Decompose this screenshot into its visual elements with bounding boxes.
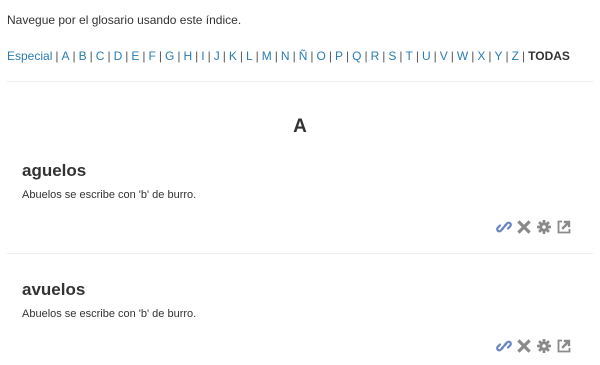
delete-icon[interactable] <box>516 338 532 354</box>
top-divider <box>7 81 593 82</box>
alphabet-link-23[interactable]: V <box>440 49 448 63</box>
alphabet-link-7[interactable]: G <box>165 49 174 63</box>
alphabet-separator: | <box>433 49 437 63</box>
alphabet-link-22[interactable]: U <box>422 49 431 63</box>
alphabet-link-16[interactable]: O <box>317 49 326 63</box>
export-icon[interactable] <box>556 219 572 235</box>
alphabet-separator: | <box>345 49 350 63</box>
alphabet-separator: | <box>399 49 403 63</box>
alphabet-index: Especial | A | B | C | D | E | F | G | H | I | J | K | L | M | N | Ñ | O… <box>7 49 570 63</box>
alphabet-link-17[interactable]: P <box>335 49 343 63</box>
alphabet-link-27[interactable]: Z <box>512 49 519 63</box>
alphabet-separator: | <box>207 49 211 63</box>
alphabet-separator: | <box>415 49 419 63</box>
alphabet-link-8[interactable]: H <box>183 49 192 63</box>
alphabet-separator: | <box>72 49 76 63</box>
alphabet-link-2[interactable]: B <box>79 49 87 63</box>
alphabet-separator: | <box>255 49 259 63</box>
link-icon[interactable] <box>496 219 512 235</box>
alphabet-separator: | <box>450 49 454 63</box>
link-icon[interactable] <box>496 338 512 354</box>
glossary-page: Navegue por el glosario usando este índi… <box>0 0 600 365</box>
alphabet-link-9[interactable]: I <box>201 49 204 63</box>
alphabet-separator: | <box>328 49 332 63</box>
alphabet-link-24[interactable]: W <box>457 49 468 63</box>
alphabet-link-10[interactable]: J <box>214 49 220 63</box>
alphabet-link-6[interactable]: F <box>149 49 156 63</box>
alphabet-link-4[interactable]: D <box>114 49 123 63</box>
alphabet-separator: | <box>488 49 492 63</box>
alphabet-separator: | <box>222 49 226 63</box>
alphabet-link-14[interactable]: N <box>281 49 290 63</box>
alphabet-separator: | <box>382 49 386 63</box>
alphabet-link-25[interactable]: X <box>477 49 485 63</box>
entry-actions <box>496 219 572 235</box>
alphabet-separator: | <box>107 49 111 63</box>
export-icon[interactable] <box>556 338 572 354</box>
alphabet-link-20[interactable]: S <box>388 49 396 63</box>
alphabet-link-13[interactable]: M <box>262 49 272 63</box>
entry-term: aguelos <box>22 161 87 180</box>
alphabet-link-11[interactable]: K <box>229 49 237 63</box>
settings-gear-icon[interactable] <box>536 338 552 354</box>
alphabet-separator: | <box>158 49 162 63</box>
alphabet-link-1[interactable]: A <box>61 49 69 63</box>
alphabet-separator: | <box>195 49 199 63</box>
alphabet-separator: | <box>177 49 181 63</box>
alphabet-link-26[interactable]: Y <box>495 49 503 63</box>
alphabet-separator: | <box>125 49 129 63</box>
alphabet-link-15[interactable]: Ñ <box>299 49 308 63</box>
entry-term: avuelos <box>22 280 86 299</box>
entry-divider <box>7 253 593 254</box>
section-letter-heading: A <box>293 116 307 137</box>
alphabet-link-especial[interactable]: Especial <box>7 49 52 63</box>
entry-actions <box>496 338 572 354</box>
alphabet-separator: | <box>274 49 278 63</box>
entry-definition: Abuelos se escribe con 'b' de burro. <box>22 308 197 320</box>
alphabet-separator: | <box>471 49 475 63</box>
alphabet-link-18[interactable]: Q <box>352 49 361 63</box>
alphabet-link-19[interactable]: R <box>371 49 380 63</box>
alphabet-current-all: TODAS <box>528 49 570 63</box>
alphabet-link-3[interactable]: C <box>96 49 105 63</box>
settings-gear-icon[interactable] <box>536 219 552 235</box>
alphabet-separator: | <box>89 49 93 63</box>
alphabet-link-5[interactable]: E <box>131 49 139 63</box>
delete-icon[interactable] <box>516 219 532 235</box>
alphabet-separator: | <box>142 49 146 63</box>
alphabet-link-12[interactable]: L <box>246 49 253 63</box>
alphabet-separator: | <box>292 49 296 63</box>
alphabet-separator: | <box>239 49 243 63</box>
alphabet-link-21[interactable]: T <box>406 49 413 63</box>
entry-definition: Abuelos se escribe con 'b' de burro. <box>22 189 197 201</box>
alphabet-separator: | <box>310 49 314 63</box>
alphabet-separator: | <box>522 49 526 63</box>
alphabet-separator: | <box>364 49 368 63</box>
alphabet-separator: | <box>505 49 509 63</box>
alphabet-separator: | <box>55 49 59 63</box>
index-intro-text: Navegue por el glosario usando este índi… <box>7 13 242 27</box>
